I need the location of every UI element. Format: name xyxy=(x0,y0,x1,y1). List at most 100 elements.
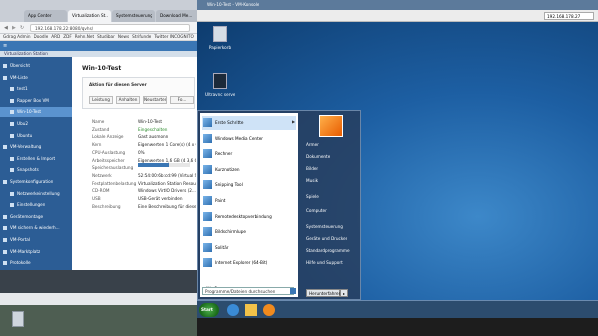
start-menu-item[interactable]: Kurznotizen xyxy=(202,163,296,177)
sidebar-item-label: VM-Portal xyxy=(10,237,31,242)
action-button[interactable]: Leistung xyxy=(89,96,113,104)
sidebar-item-label: Einstellungen xyxy=(17,202,46,208)
bookmark-item[interactable]: News xyxy=(118,34,129,39)
start-menu-item[interactable]: Windows Media Center xyxy=(202,132,296,146)
sidebar-item[interactable]: Ubu2 xyxy=(0,119,72,129)
browser-tab[interactable]: App Center xyxy=(24,10,67,22)
action-button[interactable]: Neustarten xyxy=(143,96,167,104)
sidebar-item-label: VM sichern & wiederh... xyxy=(10,225,60,231)
desktop-shortcut[interactable]: Ultravnc server xyxy=(205,73,235,109)
desktop-shortcut[interactable]: Papierkorb xyxy=(205,26,235,62)
ip-field[interactable]: 192.168.178.27 xyxy=(544,12,594,20)
start-menu-right-label: Musik xyxy=(306,178,319,183)
forward-icon[interactable]: ▶ xyxy=(12,25,16,31)
bookmark-item[interactable]: ZDF xyxy=(63,34,72,39)
sidebar-item[interactable]: Systemkonfiguration xyxy=(0,177,72,187)
sidebar-item[interactable]: VM-Marktplatz xyxy=(0,247,72,257)
explorer-icon[interactable] xyxy=(245,304,257,316)
back-icon[interactable]: ◀ xyxy=(4,25,8,31)
tab-label: Systemsteuerung... xyxy=(116,13,152,18)
start-menu-item[interactable]: Solitär xyxy=(202,241,296,255)
sidebar-item[interactable]: VM sichern & wiederh... xyxy=(0,223,72,233)
menu-icon[interactable]: ≡ xyxy=(3,43,7,49)
start-button[interactable]: Start xyxy=(199,303,219,317)
action-button[interactable]: Fo... xyxy=(170,96,194,104)
start-menu-item[interactable]: Erste Schritte ▶ xyxy=(202,116,296,130)
property-key: USB xyxy=(92,196,101,201)
property-value: Virtualization Station Resource... xyxy=(138,180,196,186)
shutdown-button[interactable]: Herunterfahren xyxy=(306,289,341,297)
bookmark-item[interactable]: Rehn.Net xyxy=(75,34,94,39)
desktop-shortcut-label: Papierkorb xyxy=(208,45,232,50)
sidebar-item[interactable]: VM-Portal xyxy=(0,235,72,245)
sidebar-item-label: Protokolle xyxy=(10,260,31,266)
start-menu-item-label: Erste Schritte xyxy=(215,120,244,125)
start-menu-right-item[interactable]: Computer xyxy=(306,207,356,215)
sidebar-item-icon xyxy=(10,191,14,196)
sidebar-item-icon xyxy=(3,238,7,242)
all-programs[interactable]: ▸ Alle Programme xyxy=(202,275,296,291)
sidebar-item-icon xyxy=(10,156,14,161)
sidebar-item[interactable]: Snapshots xyxy=(0,165,72,175)
bookmark-item[interactable]: Twitter INCOGNITO xyxy=(154,34,193,39)
property-key: Zustand xyxy=(92,126,110,132)
sidebar-item[interactable]: VM-Verwaltung xyxy=(0,142,72,152)
start-menu-right-item[interactable]: Musik xyxy=(306,177,356,185)
start-menu-item-label: Snipping Tool xyxy=(215,182,243,188)
start-menu-right-label: Spiele xyxy=(306,194,319,199)
media-player-icon[interactable] xyxy=(263,304,275,316)
address-bar[interactable]: 192.168.178.22:8080/qvhs/ xyxy=(30,24,190,32)
sidebar-item[interactable]: Gerätemontage xyxy=(0,212,72,222)
sidebar-item-label: Systemkonfiguration xyxy=(10,179,54,184)
bookmark-item[interactable]: Doodle xyxy=(34,34,49,39)
memory-usage-bar xyxy=(138,163,190,167)
browser-tab[interactable]: Download Me... xyxy=(156,10,199,22)
sidebar-item[interactable]: VM-Liste xyxy=(0,73,72,83)
start-menu-right-item[interactable]: Dokumente xyxy=(306,153,356,161)
ie-icon[interactable] xyxy=(227,304,239,316)
sidebar-item-label: Gerätemontage xyxy=(10,213,44,219)
start-menu-item[interactable]: Paint xyxy=(202,194,296,208)
start-menu-right-item[interactable]: Systemsteuerung xyxy=(306,223,356,231)
browser-tab[interactable]: Virtualization St... xyxy=(68,10,111,22)
action-button[interactable]: Anhalten xyxy=(116,96,140,104)
browser-tab[interactable]: Systemsteuerung... xyxy=(112,10,155,22)
vm-console-bottom xyxy=(197,318,598,336)
shutdown-arrow-icon[interactable]: ▸ xyxy=(340,289,348,297)
sidebar-item[interactable]: Übersicht xyxy=(0,61,72,71)
reload-icon[interactable]: ↻ xyxy=(20,25,24,31)
sidebar-item-label: test1 xyxy=(17,86,28,92)
sidebar-item[interactable]: Erstellen & Import xyxy=(0,154,72,164)
bookmark-item[interactable]: ARD xyxy=(51,34,60,39)
sidebar-item[interactable]: test1 xyxy=(0,84,72,94)
start-menu-right-item[interactable]: Geräte und Drucker xyxy=(306,235,356,243)
start-menu-right-item[interactable]: Bilder xyxy=(306,165,356,173)
server-action-title: Aktion für diesen Server xyxy=(89,82,147,87)
start-menu-item-label: Internet Explorer (64-Bit) xyxy=(215,260,268,266)
start-menu-right-item[interactable]: Armer xyxy=(306,141,356,149)
sidebar-item[interactable]: Protokolle xyxy=(0,258,72,268)
sidebar-item[interactable]: Rapper Box VM xyxy=(0,96,72,106)
property-row: Name Win-10-Test xyxy=(92,119,197,126)
search-icon[interactable] xyxy=(290,288,296,294)
start-menu-right-label: Hilfe und Support xyxy=(306,260,343,265)
start-menu-right-label: Standardprogramme xyxy=(306,248,350,253)
property-key: CPU-Auslastung xyxy=(92,149,126,155)
start-menu-item[interactable]: Internet Explorer (64-Bit) xyxy=(202,256,296,270)
start-menu-right-item[interactable]: Spiele xyxy=(306,193,356,201)
start-menu-right-item[interactable]: Standardprogramme xyxy=(306,247,356,255)
sidebar-item[interactable]: Einstellungen xyxy=(0,200,72,210)
sidebar-item[interactable]: Win-10-Test xyxy=(0,107,72,118)
bookmark-item[interactable]: Strifunde xyxy=(132,34,151,39)
bookmark-item[interactable]: Studibar xyxy=(97,34,115,39)
start-menu-right-item[interactable]: Hilfe und Support xyxy=(306,259,356,267)
sidebar-item[interactable]: Ubuntu xyxy=(0,131,72,141)
start-menu-item[interactable]: Snipping Tool xyxy=(202,178,296,192)
sidebar-item[interactable]: Netzwerkeinstellung xyxy=(0,189,72,199)
start-menu-item[interactable]: Bildschirmlupe xyxy=(202,225,296,239)
search-input[interactable]: Programme/Dateien durchsuchen xyxy=(202,287,294,295)
bookmark-item[interactable]: Gdrag Admin xyxy=(3,34,31,39)
start-menu-item[interactable]: Rechner xyxy=(202,147,296,161)
recycle-bin-icon[interactable] xyxy=(12,311,24,327)
start-menu-item[interactable]: Remotedesktopverbindung xyxy=(202,210,296,224)
